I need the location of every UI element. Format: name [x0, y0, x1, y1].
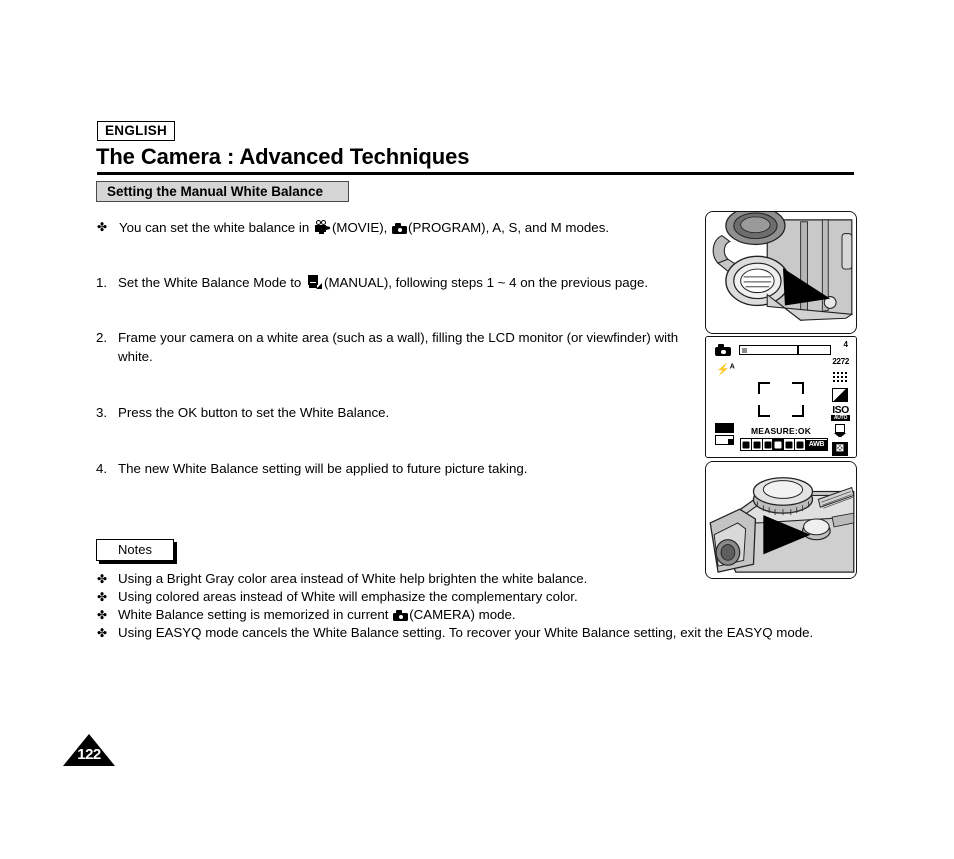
lcd-flash-mode-letter: A: [729, 363, 735, 371]
lcd-flash-auto-icon: ⚡A: [716, 363, 735, 376]
wb-option-custom[interactable]: [752, 439, 763, 450]
bullet-clover-icon: ✤: [97, 590, 108, 604]
intro-movie-label: (MOVIE),: [331, 220, 388, 235]
step-1-row: 1. Set the White Balance Mode to (MANUAL…: [96, 273, 648, 292]
step-1-text-tail: (MANUAL), following steps 1 ~ 4 on the p…: [324, 275, 649, 290]
exposure-compensation-icon: ⊠: [832, 442, 848, 456]
note-item-2: ✤ Using colored areas instead of White w…: [96, 588, 578, 606]
page-number: 122: [63, 734, 115, 766]
bullet-clover-icon: ✤: [97, 220, 108, 234]
bullet-clover-icon: ✤: [97, 572, 108, 586]
title-divider: [97, 172, 854, 175]
note-item-3: ✤ White Balance setting is memorized in …: [96, 606, 516, 624]
step-1-text-lead: Set the White Balance Mode to: [118, 275, 302, 290]
wb-option-cloudy[interactable]: [795, 439, 806, 450]
lcd-screen: 4 2272 ⚡A ISO AUTO ⊠ MEASURE:OK AWB: [706, 337, 856, 457]
step-2-row: 2. Frame your camera on a white area (su…: [96, 328, 710, 366]
step-1-text: Set the White Balance Mode to (MANUAL), …: [118, 273, 648, 292]
note-item-4: ✤ Using EASYQ mode cancels the White Bal…: [96, 624, 813, 642]
step-4-marker: 4.: [96, 461, 108, 476]
section-heading-band: Setting the Manual White Balance: [96, 181, 349, 202]
card-slot-icon: [715, 435, 734, 445]
note-item-3-tail: (CAMERA) mode.: [409, 607, 516, 622]
step-4-text: The new White Balance setting will be ap…: [118, 461, 528, 476]
step-3-marker: 3.: [96, 405, 108, 420]
white-balance-strip[interactable]: AWB: [740, 438, 828, 451]
wb-option-manual[interactable]: [741, 439, 752, 450]
lcd-camera-mode-icon: [715, 344, 731, 356]
intro-text-lead: You can set the white balance in: [119, 220, 310, 235]
camera-top-illustration: [706, 462, 856, 578]
lcd-exposure-comp-icon: ⊠: [830, 441, 851, 457]
figure-lcd-display: 4 2272 ⚡A ISO AUTO ⊠ MEASURE:OK AWB: [705, 336, 857, 458]
section-heading-label: Setting the Manual White Balance: [107, 184, 324, 199]
iso-icon-label: ISO: [832, 404, 849, 416]
page-number-value: 122: [77, 746, 101, 763]
manual-page: ENGLISH The Camera : Advanced Techniques…: [0, 0, 954, 859]
notes-box: Notes: [96, 539, 174, 561]
note-item-2-text: Using colored areas instead of White wil…: [118, 589, 578, 604]
intro-program-label: (PROGRAM), A, S, and M modes.: [408, 220, 610, 235]
lcd-status-icon-column: ISO AUTO ⊠: [830, 369, 851, 457]
note-item-1-text: Using a Bright Gray color area instead o…: [118, 571, 588, 586]
lcd-quality-icon: [830, 387, 851, 404]
manual-wb-icon: [307, 275, 323, 289]
figure-camera-top: [705, 461, 857, 579]
wb-option-fluorescent[interactable]: [773, 439, 785, 450]
lcd-iso-icon: ISO AUTO: [830, 405, 851, 422]
intro-bullet-row: ✤ You can set the white balance in (MOVI…: [96, 218, 609, 237]
lcd-zoom-bar: [739, 345, 831, 355]
lcd-focus-frame: [758, 382, 804, 417]
figure-camera-front: [705, 211, 857, 334]
notes-label: Notes: [118, 542, 152, 557]
gradient-square-icon: [832, 388, 848, 402]
lcd-resolution-label: 2272: [832, 357, 849, 366]
iso-icon: ISO AUTO: [831, 405, 850, 421]
page-title: The Camera : Advanced Techniques: [96, 144, 470, 169]
step-3-text: Press the OK button to set the White Bal…: [118, 405, 390, 420]
intro-text: You can set the white balance in (MOVIE)…: [119, 218, 609, 237]
program-mode-icon: [392, 223, 408, 234]
note-item-4-text: Using EASYQ mode cancels the White Balan…: [118, 625, 814, 640]
step-1-marker: 1.: [96, 275, 108, 290]
dot-grid-icon: [833, 372, 847, 383]
lcd-measure-prompt: MEASURE:OK: [750, 426, 812, 436]
step-3-row: 3. Press the OK button to set the White …: [96, 403, 389, 422]
note-item-1: ✤ Using a Bright Gray color area instead…: [96, 570, 587, 588]
wb-option-daylight[interactable]: [784, 439, 796, 450]
step-2-text: Frame your camera on a white area (such …: [118, 330, 679, 364]
note-item-3-text: White Balance setting is memorized in cu…: [118, 606, 516, 624]
camera-mode-icon: [393, 610, 409, 621]
step-4-row: 4. The new White Balance setting will be…: [96, 459, 527, 478]
camera-front-illustration: [706, 212, 856, 333]
step-2-marker: 2.: [96, 330, 108, 345]
wb-option-tungsten[interactable]: [763, 439, 774, 450]
wb-option-auto[interactable]: AWB: [805, 439, 827, 450]
bullet-clover-icon: ✤: [97, 608, 108, 622]
language-badge: ENGLISH: [97, 121, 176, 141]
movie-mode-icon: [315, 220, 330, 234]
bullet-clover-icon: ✤: [97, 626, 108, 640]
lcd-frame-count: 4: [843, 340, 848, 349]
note-item-3-lead: White Balance setting is memorized in cu…: [118, 607, 389, 622]
lcd-pixel-grid-icon: [830, 369, 851, 386]
